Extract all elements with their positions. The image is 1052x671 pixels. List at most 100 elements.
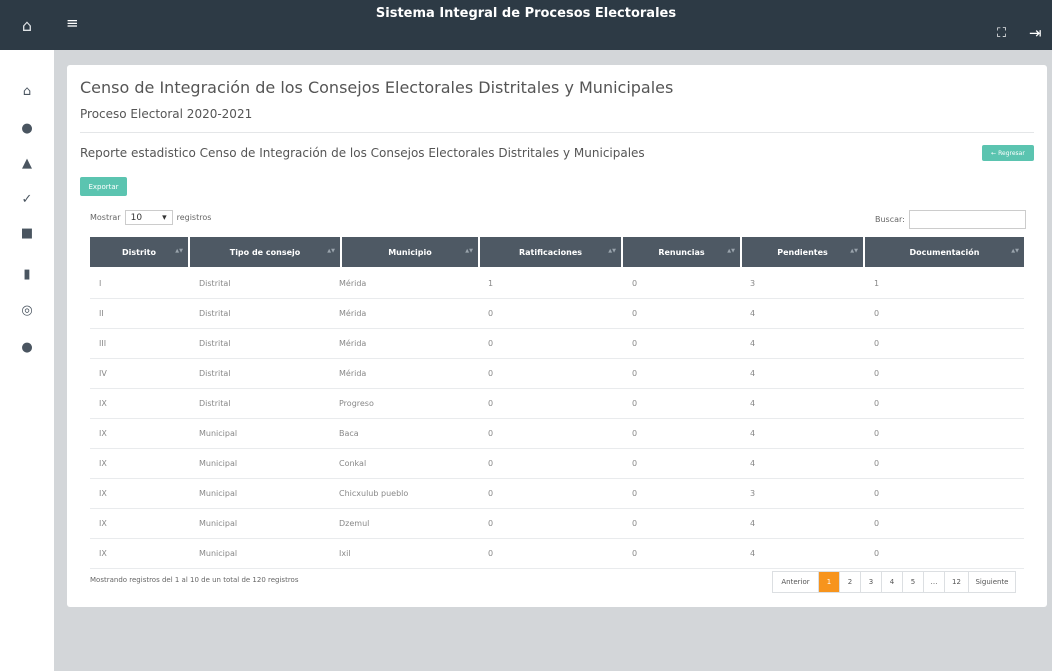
check-icon[interactable]: ✓ <box>0 192 54 207</box>
column-header-label: Ratificaciones <box>518 247 583 257</box>
home-icon[interactable]: ⌂ <box>0 84 54 99</box>
cell-municipio: Chicxulub pueblo <box>339 489 409 498</box>
sidebar: ⌂ ● ▲ ✓ ■ ▮ ◎ ● <box>0 50 54 671</box>
cell-documentacion: 0 <box>874 549 880 558</box>
cell-renuncias: 0 <box>632 489 638 498</box>
cell-ratificaciones: 0 <box>488 399 494 408</box>
report-card: Censo de Integración de los Consejos Ele… <box>67 65 1047 607</box>
search-input[interactable] <box>908 210 1026 229</box>
page-length-control: Mostrar 10 ▾ registros <box>90 210 211 225</box>
cell-documentacion: 0 <box>874 429 880 438</box>
sort-icon: ▲▼ <box>850 248 858 254</box>
table-row: IX Municipal Baca 0 0 4 0 <box>90 419 1024 449</box>
pagination-page[interactable]: 12 <box>945 572 969 592</box>
table-row: IX Distrital Progreso 0 0 4 0 <box>90 389 1024 419</box>
cell-distrito: IX <box>99 429 107 438</box>
fullscreen-icon[interactable]: ⛶ <box>997 26 1006 41</box>
column-header-renuncias[interactable]: Renuncias ▲▼ <box>623 237 740 267</box>
cell-distrito: IX <box>99 549 107 558</box>
cell-tipo-de-consejo: Municipal <box>199 429 238 438</box>
cell-municipio: Dzemul <box>339 519 370 528</box>
table-row: IX Municipal Dzemul 0 0 4 0 <box>90 509 1024 539</box>
page-size-select[interactable]: 10 ▾ <box>124 210 173 225</box>
cell-distrito: IV <box>99 369 107 378</box>
cell-pendientes: 3 <box>750 279 756 288</box>
cell-documentacion: 0 <box>874 519 880 528</box>
table-row: II Distrital Mérida 0 0 4 0 <box>90 299 1024 329</box>
cell-pendientes: 4 <box>750 309 756 318</box>
cell-pendientes: 3 <box>750 489 756 498</box>
cell-documentacion: 0 <box>874 309 880 318</box>
table-row: IX Municipal Ixil 0 0 4 0 <box>90 539 1024 569</box>
cell-renuncias: 0 <box>632 309 638 318</box>
cell-distrito: III <box>99 339 107 348</box>
cell-distrito: I <box>99 279 102 288</box>
cell-documentacion: 1 <box>874 279 880 288</box>
cell-ratificaciones: 0 <box>488 549 494 558</box>
cell-pendientes: 4 <box>750 519 756 528</box>
sort-icon: ▲▼ <box>1011 248 1019 254</box>
cell-tipo-de-consejo: Municipal <box>199 459 238 468</box>
team-icon[interactable]: ■ <box>0 226 54 241</box>
cell-renuncias: 0 <box>632 429 638 438</box>
cog-icon[interactable]: ● <box>0 340 54 355</box>
cell-pendientes: 4 <box>750 369 756 378</box>
column-header-ratificaciones[interactable]: Ratificaciones ▲▼ <box>480 237 621 267</box>
cell-renuncias: 0 <box>632 339 638 348</box>
cell-renuncias: 0 <box>632 399 638 408</box>
cell-municipio: Mérida <box>339 339 367 348</box>
table-info: Mostrando registros del 1 al 10 de un to… <box>90 576 299 584</box>
pagination: Anterior 1 2 3 4 5 … 12 Siguiente <box>772 571 1016 593</box>
pagination-page[interactable]: 4 <box>882 572 903 592</box>
export-button[interactable]: Exportar <box>80 177 127 196</box>
cell-pendientes: 4 <box>750 549 756 558</box>
cell-ratificaciones: 0 <box>488 309 494 318</box>
table-row: IX Municipal Chicxulub pueblo 0 0 3 0 <box>90 479 1024 509</box>
pagination-next[interactable]: Siguiente <box>969 572 1015 592</box>
cell-municipio: Conkal <box>339 459 367 468</box>
pagination-page[interactable]: 2 <box>840 572 861 592</box>
column-header-tipo-de-consejo[interactable]: Tipo de consejo ▲▼ <box>190 237 340 267</box>
top-navbar: ⌂ ≡ Sistema Integral de Procesos Elector… <box>0 0 1052 50</box>
users-icon[interactable]: ▲ <box>0 156 54 171</box>
column-header-label: Pendientes <box>777 247 828 257</box>
pagination-page[interactable]: 1 <box>819 572 840 592</box>
cell-municipio: Progreso <box>339 399 374 408</box>
cell-ratificaciones: 0 <box>488 339 494 348</box>
cell-ratificaciones: 1 <box>488 279 494 288</box>
column-header-label: Municipio <box>388 247 432 257</box>
column-header-municipio[interactable]: Municipio ▲▼ <box>342 237 478 267</box>
app-title: Sistema Integral de Procesos Electorales <box>375 6 677 21</box>
pagination-page[interactable]: 5 <box>903 572 924 592</box>
report-title: Reporte estadistico Censo de Integración… <box>80 146 645 160</box>
back-button[interactable]: ← Regresar <box>982 145 1034 161</box>
table-row: III Distrital Mérida 0 0 4 0 <box>90 329 1024 359</box>
bar-chart-icon[interactable]: ▮ <box>0 267 54 282</box>
sort-icon: ▲▼ <box>727 248 735 254</box>
cell-renuncias: 0 <box>632 459 638 468</box>
column-header-documentacion[interactable]: Documentación ▲▼ <box>865 237 1024 267</box>
cell-municipio: Ixil <box>339 549 351 558</box>
cell-renuncias: 0 <box>632 369 638 378</box>
column-header-label: Documentación <box>909 247 980 257</box>
pagination-previous[interactable]: Anterior <box>773 572 819 592</box>
cell-documentacion: 0 <box>874 399 880 408</box>
chevron-down-icon: ▾ <box>162 212 167 223</box>
pagination-page[interactable]: 3 <box>861 572 882 592</box>
sort-icon: ▲▼ <box>175 248 183 254</box>
cell-ratificaciones: 0 <box>488 369 494 378</box>
cell-distrito: II <box>99 309 104 318</box>
column-header-pendientes[interactable]: Pendientes ▲▼ <box>742 237 863 267</box>
sort-icon: ▲▼ <box>465 248 473 254</box>
sort-icon: ▲▼ <box>327 248 335 254</box>
cell-tipo-de-consejo: Municipal <box>199 489 238 498</box>
eye-icon[interactable]: ◎ <box>0 303 54 318</box>
logout-icon[interactable]: ⇥ <box>1029 24 1042 42</box>
cell-documentacion: 0 <box>874 339 880 348</box>
column-header-distrito[interactable]: Distrito ▲▼ <box>90 237 188 267</box>
page-title: Censo de Integración de los Consejos Ele… <box>80 78 674 97</box>
cell-distrito: IX <box>99 519 107 528</box>
user-group-icon[interactable]: ● <box>0 121 54 136</box>
column-header-label: Tipo de consejo <box>229 247 301 257</box>
cell-municipio: Baca <box>339 429 359 438</box>
